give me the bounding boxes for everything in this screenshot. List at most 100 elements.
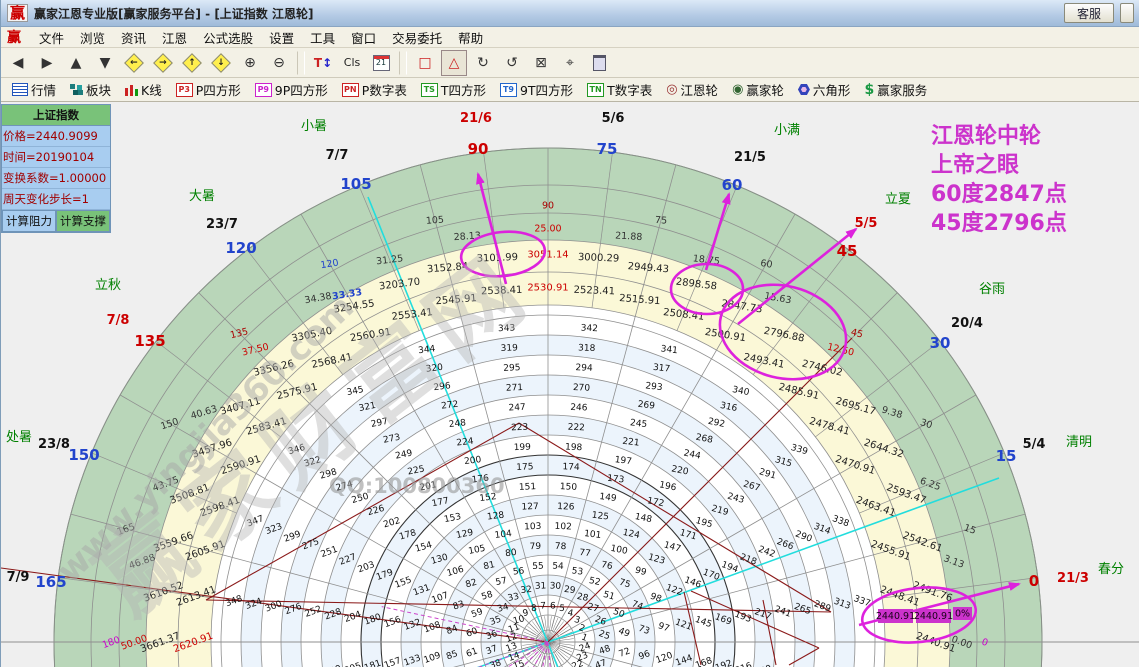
instrument-name: 上证指数 (2, 105, 110, 126)
close-box-button[interactable]: ⊠ (528, 50, 554, 76)
dollar-icon: $ (864, 81, 875, 98)
svg-text:大暑: 大暑 (189, 189, 215, 204)
ribbon-t-table[interactable]: TN T数字表 (582, 79, 657, 100)
badge-icon: P3 (175, 82, 193, 97)
shift-up-button[interactable]: ↑ (179, 50, 205, 76)
triangle-tool-button[interactable]: △ (441, 49, 467, 76)
svg-text:7/9: 7/9 (7, 570, 30, 585)
panel-value-row: 时间=20190104 (2, 147, 110, 168)
svg-text:谷雨: 谷雨 (979, 282, 1005, 297)
chart-area: 0 15 30 45 60 75 90 105 120 135 150 165 180 0.00 3.13 6… (1, 102, 1139, 667)
svg-text:21/6: 21/6 (460, 111, 492, 126)
svg-text:296: 296 (433, 381, 452, 393)
svg-text:31: 31 (535, 581, 547, 591)
calc-support-button[interactable]: 计算支撑 (56, 210, 110, 232)
svg-text:小暑: 小暑 (301, 119, 327, 134)
svg-text:125: 125 (591, 511, 609, 523)
svg-text:294: 294 (575, 363, 593, 374)
ribbon-quotes[interactable]: 行情 (7, 79, 61, 100)
ribbon-label: 9T四方形 (519, 83, 574, 98)
winner-wheel-icon: ◉ (732, 82, 744, 97)
diamond-arrow-icon: ↓ (211, 52, 231, 73)
pan-down-button[interactable]: ▼ (92, 50, 118, 76)
ribbon-winner-wheel[interactable]: ◉ 赢家轮 (727, 79, 789, 100)
svg-text:53: 53 (571, 566, 584, 577)
ribbon-hexagon[interactable]: 六角形 (793, 79, 856, 100)
badge-icon: TS (420, 82, 438, 97)
menu-item-交易委托[interactable]: 交易委托 (384, 26, 450, 49)
svg-text:103: 103 (524, 522, 542, 533)
toolbar-separator (297, 50, 305, 75)
svg-text:29: 29 (563, 585, 576, 596)
ribbon-9t-square[interactable]: T9 9T四方形 (495, 79, 578, 100)
calc-resistance-button[interactable]: 计算阻力 (2, 210, 56, 232)
svg-text:150: 150 (560, 482, 578, 493)
svg-text:3000.29: 3000.29 (578, 252, 620, 265)
menu-item-资讯[interactable]: 资讯 (113, 26, 154, 49)
menu-item-帮助[interactable]: 帮助 (450, 26, 491, 49)
customer-service-button[interactable]: 客服 (1063, 3, 1114, 23)
ribbon-label: T数字表 (607, 83, 653, 98)
rotate-ccw-button[interactable]: ↺ (499, 50, 525, 76)
svg-text:2523.41: 2523.41 (573, 285, 615, 298)
ribbon-service[interactable]: $ 赢家服务 (859, 79, 932, 100)
rotate-cw-button[interactable]: ↻ (470, 50, 496, 76)
zoom-in-button[interactable]: ⊕ (237, 50, 263, 76)
ribbon-gann-wheel[interactable]: ◎ 江恩轮 (661, 79, 723, 100)
calendar-button[interactable]: 21 (368, 50, 394, 76)
svg-text:176: 176 (471, 474, 490, 486)
t-arrows-icon: T↕ (313, 55, 333, 70)
svg-text:45: 45 (837, 242, 858, 260)
pan-left-button[interactable]: ◀ (5, 50, 31, 76)
ribbon-kline[interactable]: K线 (120, 79, 167, 100)
pan-up-button[interactable]: ▲ (63, 50, 89, 76)
svg-text:25.00: 25.00 (534, 223, 561, 234)
hexagon-icon (797, 84, 810, 95)
svg-text:272: 272 (441, 400, 459, 412)
gann-wheel-chart[interactable]: 0153045607590105120135150165180 0.003.136… (1, 102, 1139, 667)
zoom-out-button[interactable]: ⊖ (266, 50, 292, 76)
ribbon-p-table[interactable]: PN P数字表 (337, 79, 412, 100)
shift-right-button[interactable]: → (150, 50, 176, 76)
t-line-button[interactable]: T↕ (310, 50, 336, 76)
brand-logo-icon: 赢 (7, 30, 21, 46)
svg-text:245: 245 (629, 418, 647, 430)
svg-text:54: 54 (552, 562, 564, 572)
svg-text:152: 152 (479, 492, 497, 504)
svg-text:248: 248 (448, 418, 467, 430)
delete-button[interactable] (586, 50, 612, 76)
ribbon-p-square[interactable]: P3 P四方形 (171, 79, 246, 100)
menu-item-江恩[interactable]: 江恩 (154, 26, 195, 49)
square-tool-button[interactable]: □ (412, 50, 438, 76)
ribbon-9p-square[interactable]: P9 9P四方形 (250, 79, 333, 100)
menu-item-公式选股[interactable]: 公式选股 (195, 26, 261, 49)
menu-item-设置[interactable]: 设置 (261, 26, 302, 49)
svg-text:立夏: 立夏 (885, 192, 911, 207)
svg-text:15: 15 (996, 447, 1017, 465)
svg-text:处暑: 处暑 (6, 430, 32, 445)
pan-right-button[interactable]: ▶ (34, 50, 60, 76)
svg-text:5: 5 (559, 604, 566, 615)
svg-text:2440.91: 2440.91 (876, 611, 915, 622)
shift-down-button[interactable]: ↓ (208, 50, 234, 76)
svg-text:269: 269 (637, 400, 656, 412)
svg-text:128: 128 (487, 511, 506, 523)
svg-text:317: 317 (652, 363, 670, 375)
svg-text:2530.91: 2530.91 (527, 283, 568, 294)
svg-text:120: 120 (225, 239, 256, 257)
cls-button[interactable]: Cls (339, 50, 365, 76)
menu-item-文件[interactable]: 文件 (31, 26, 72, 49)
partial-button[interactable] (1120, 3, 1134, 23)
svg-text:198: 198 (565, 442, 583, 453)
shift-left-button[interactable]: ← (121, 50, 147, 76)
ribbon-sectors[interactable]: 板块 (65, 79, 116, 100)
menu-item-窗口[interactable]: 窗口 (343, 26, 384, 49)
ribbon-t-square[interactable]: TS T四方形 (416, 79, 491, 100)
fit-center-button[interactable]: ⌖ (557, 50, 583, 76)
svg-text:246: 246 (570, 403, 588, 414)
menu-item-浏览[interactable]: 浏览 (72, 26, 113, 49)
title-bar: 赢 赢家江恩专业版[赢家服务平台] - [上证指数 江恩轮] 客服 (1, 0, 1139, 27)
ribbon-label: 赢家轮 (746, 83, 784, 98)
svg-text:2440.91: 2440.91 (914, 611, 953, 622)
menu-item-工具[interactable]: 工具 (302, 26, 343, 49)
